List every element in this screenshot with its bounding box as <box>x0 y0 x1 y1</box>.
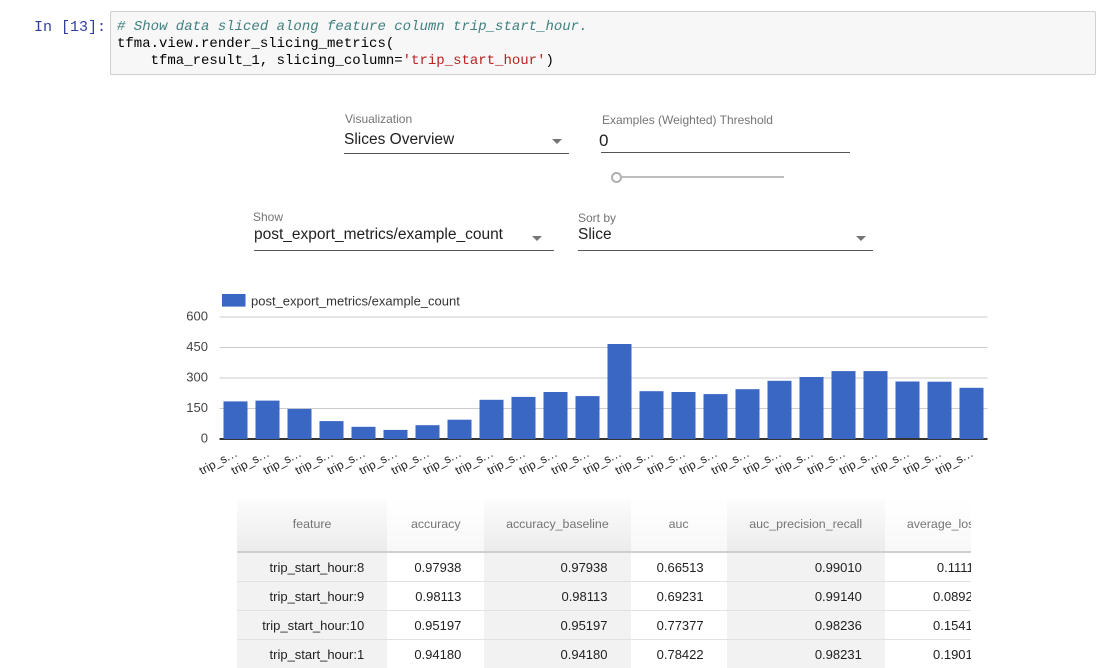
svg-text:0: 0 <box>201 431 208 446</box>
svg-text:450: 450 <box>186 339 208 354</box>
svg-text:300: 300 <box>186 370 208 385</box>
svg-text:post_export_metrics/example_co: post_export_metrics/example_count <box>251 294 460 309</box>
svg-text:150: 150 <box>186 400 208 415</box>
svg-text:600: 600 <box>186 309 208 324</box>
